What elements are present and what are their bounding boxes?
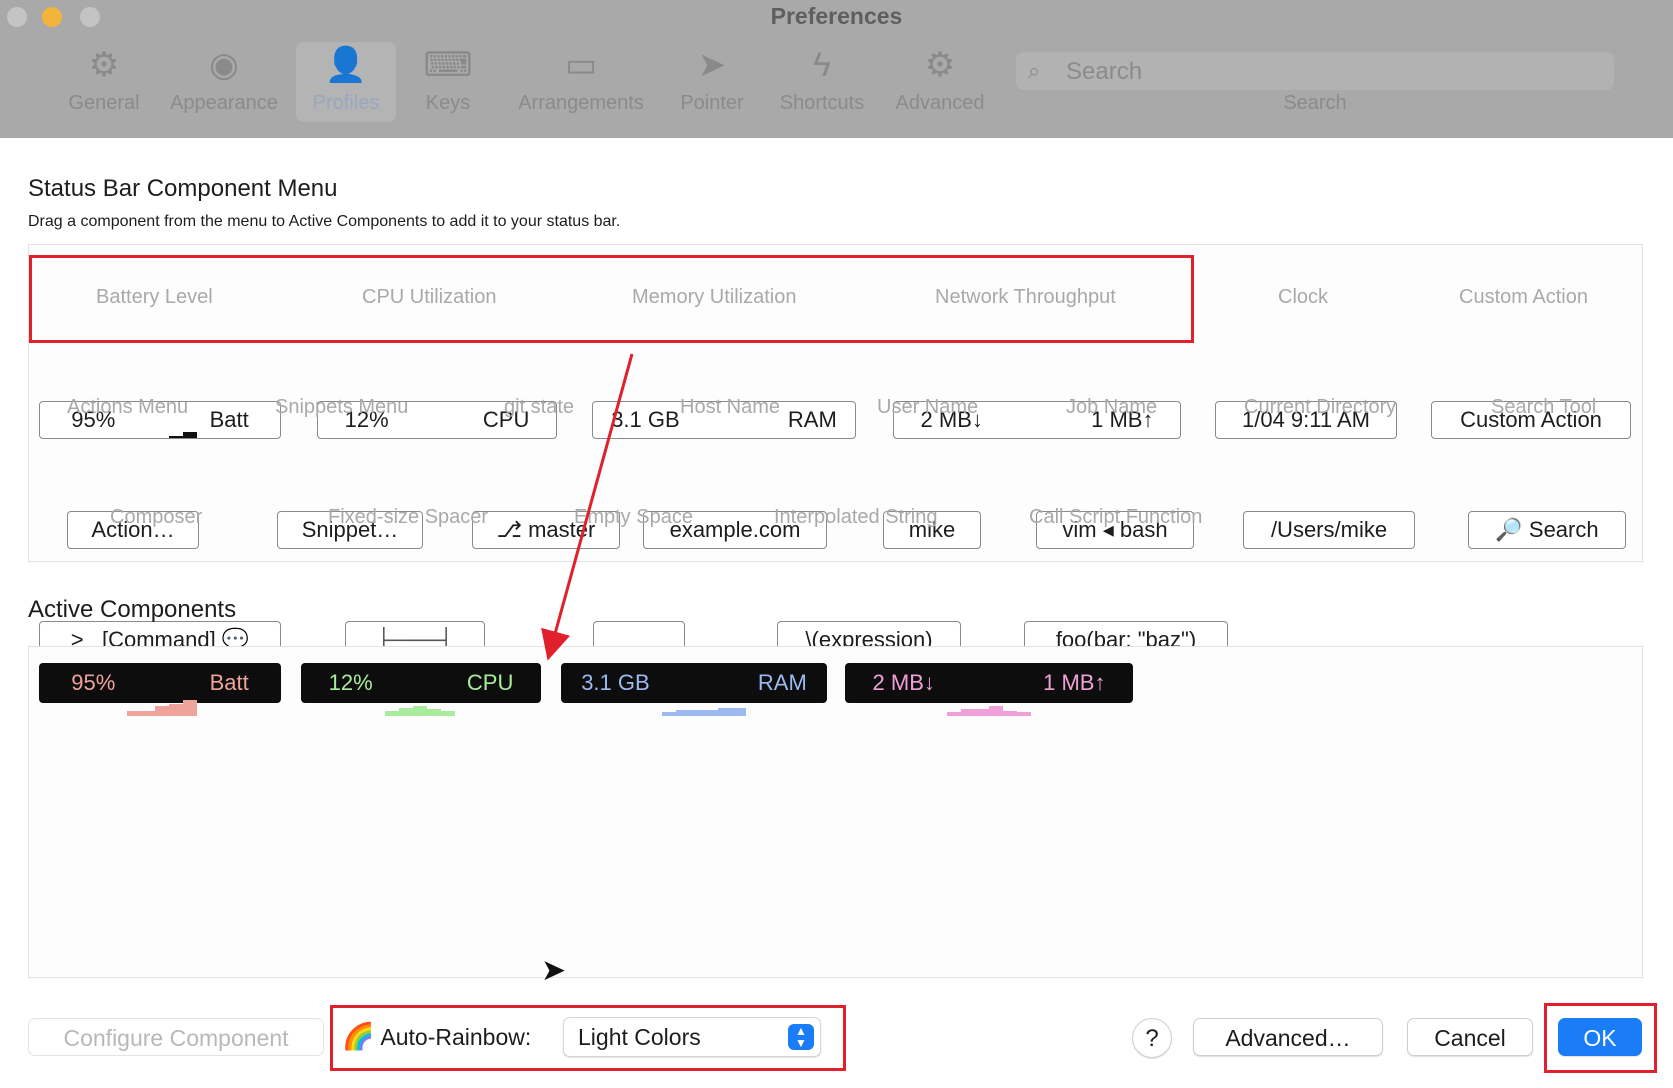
annotation-arrow-line (541, 353, 634, 661)
annotation-arrow (541, 353, 634, 661)
